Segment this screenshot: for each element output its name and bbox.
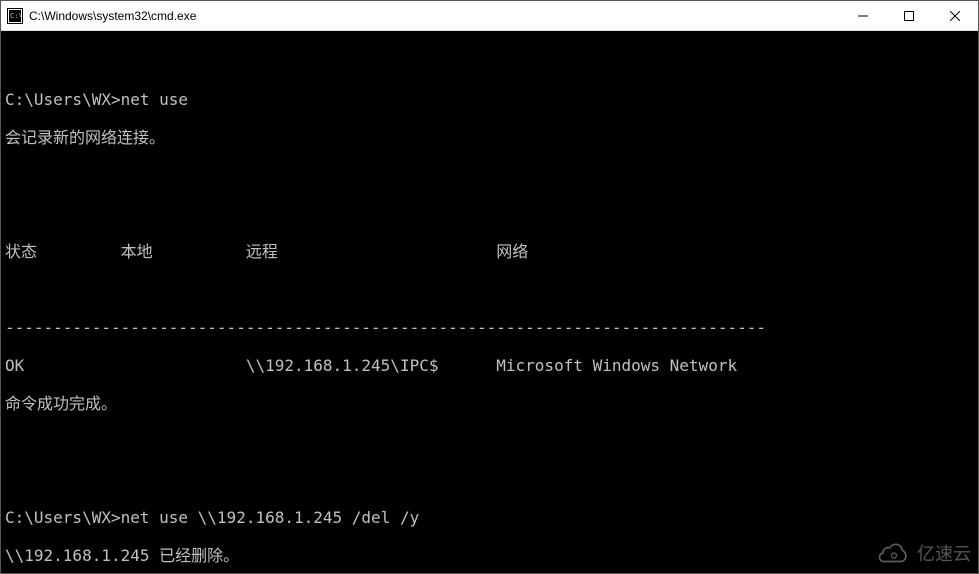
close-button[interactable] (932, 1, 978, 31)
window-controls (840, 1, 978, 30)
command-text: net use \\192.168.1.245 /del /y (121, 508, 420, 527)
prompt: C:\Users\WX> (5, 508, 121, 527)
row-status: OK (5, 356, 121, 375)
titlebar[interactable]: C:\ C:\Windows\system32\cmd.exe (1, 1, 978, 31)
watermark-text: 亿速云 (917, 540, 971, 566)
command-line: C:\Users\WX>net use (5, 90, 974, 109)
terminal-line (5, 470, 974, 489)
watermark: 亿速云 (877, 540, 971, 566)
output-line: \\192.168.1.245 已经删除。 (5, 546, 974, 565)
command-text: net use (121, 90, 188, 109)
minimize-button[interactable] (840, 1, 886, 31)
command-line: C:\Users\WX>net use \\192.168.1.245 /del… (5, 508, 974, 527)
cmd-icon: C:\ (7, 8, 23, 24)
terminal-line (5, 204, 974, 223)
terminal-line (5, 166, 974, 185)
cloud-icon (877, 540, 911, 566)
terminal-output[interactable]: C:\Users\WX>net use 会记录新的网络连接。 状态本地远程网络 … (1, 31, 978, 573)
cmd-window: C:\ C:\Windows\system32\cmd.exe C:\Users… (0, 0, 979, 574)
table-header: 状态本地远程网络 (5, 242, 974, 261)
terminal-line (5, 52, 974, 71)
table-row: OK \\192.168.1.245\IPC$Microsoft Windows … (5, 356, 974, 375)
header-network: 网络 (496, 242, 528, 261)
output-line: 命令成功完成。 (5, 394, 974, 413)
row-network: Microsoft Windows Network (496, 356, 737, 375)
terminal-line (5, 432, 974, 451)
terminal-line (5, 280, 974, 299)
maximize-button[interactable] (886, 1, 932, 31)
output-line: 会记录新的网络连接。 (5, 128, 974, 147)
separator-line: ----------------------------------------… (5, 318, 974, 337)
row-remote: \\192.168.1.245\IPC$ (246, 356, 496, 375)
header-remote: 远程 (246, 242, 496, 261)
header-status: 状态 (5, 242, 121, 261)
header-local: 本地 (121, 242, 246, 261)
prompt: C:\Users\WX> (5, 90, 121, 109)
svg-text:C:\: C:\ (10, 12, 23, 20)
window-title: C:\Windows\system32\cmd.exe (29, 9, 840, 23)
